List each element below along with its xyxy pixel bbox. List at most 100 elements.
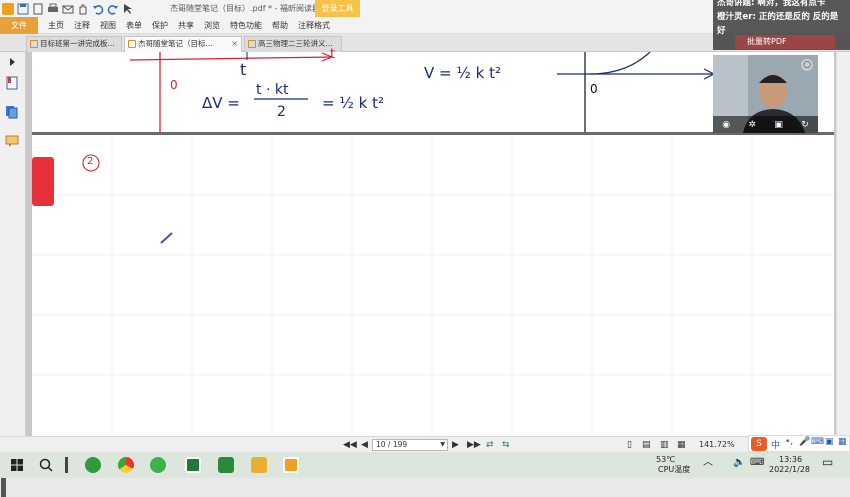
cpu-temp-label: CPU温度 (658, 465, 691, 474)
menu-features[interactable]: 特色功能 (230, 20, 262, 31)
keyboard-icon[interactable]: ⌨ (811, 437, 824, 447)
magic-icon[interactable]: ✲ (748, 120, 756, 130)
expand-arrow-icon[interactable] (5, 55, 19, 69)
select-tool-icon[interactable] (122, 3, 134, 15)
next-view-icon[interactable]: ⇆ (502, 440, 510, 450)
spreadsheet-app-icon[interactable] (218, 457, 234, 473)
redo-icon[interactable] (107, 3, 119, 15)
email-icon[interactable] (62, 3, 74, 15)
pages-thumbnail-icon[interactable] (5, 105, 19, 119)
bookmark-icon[interactable] (5, 76, 19, 90)
pdf-file-icon (248, 40, 256, 48)
zoom-level[interactable]: 141.72% (699, 440, 735, 449)
ime-mode[interactable]: 中 (771, 438, 780, 451)
continuous-page-icon[interactable]: ▤ (642, 440, 651, 450)
tab-doc-3[interactable]: 高三物理二三轮讲义... (244, 36, 342, 52)
hw-circled-number: 2 (87, 156, 94, 167)
menu-comment-format[interactable]: 注释格式 (298, 20, 330, 31)
hw-label-t: t (240, 60, 247, 79)
hw-formula-v: V = ½ k t² (424, 64, 502, 82)
microphone-icon[interactable]: 🎤 (799, 437, 810, 447)
page-navigation-bar: ◀◀ ◀ 10 / 199 ▼ ▶ ▶▶ ⇄ ⇆ ▯ ▤ ▥ ▦ 141.72% (0, 436, 850, 452)
vertical-scrollbar[interactable] (836, 52, 850, 436)
foxit-reader-icon[interactable] (283, 457, 299, 473)
hw-result: = ½ k t² (322, 94, 384, 112)
windows-start-icon[interactable] (9, 457, 25, 473)
ie-browser-icon[interactable] (85, 457, 101, 473)
menu-home[interactable]: 主页 (48, 20, 64, 31)
menu-view[interactable]: 视图 (100, 20, 116, 31)
menu-comment[interactable]: 注释 (74, 20, 90, 31)
first-page-button[interactable]: ◀◀ (343, 440, 357, 450)
left-sidebar (0, 52, 26, 497)
chrome-icon[interactable] (118, 457, 134, 473)
app-logo-icon (2, 2, 14, 15)
skin-icon[interactable]: ▣ (825, 437, 834, 447)
page-number-text: 10 / 199 (376, 440, 408, 449)
page-grid (32, 135, 834, 436)
print-icon[interactable] (47, 3, 59, 15)
sogou-logo-icon[interactable]: S (751, 437, 767, 451)
tab-doc-1[interactable]: 目标班第一讲完成板... (26, 36, 122, 52)
tab-label: 目标班第一讲完成板... (40, 39, 115, 48)
cpu-temp: 53℃ (656, 455, 676, 464)
file-explorer-icon[interactable] (251, 457, 267, 473)
last-page-button[interactable]: ▶▶ (467, 440, 481, 450)
punctuation-icon[interactable]: •, (785, 437, 793, 447)
volume-icon[interactable]: 🔈 (733, 458, 745, 468)
wechat-icon[interactable] (150, 457, 166, 473)
close-tab-icon[interactable]: × (231, 37, 238, 51)
grid-menu-icon[interactable]: ▦ (838, 437, 847, 447)
single-page-icon[interactable]: ▯ (627, 440, 632, 450)
new-doc-icon[interactable] (32, 3, 44, 15)
chat-message-3: 好 (717, 26, 726, 36)
hand-tool-icon[interactable] (77, 3, 89, 15)
close-icon[interactable]: ○ (801, 59, 813, 71)
chat-message-1: 杰哥讲题: 啊对，我这有点卡 (717, 0, 826, 8)
menu-help[interactable]: 帮助 (272, 20, 288, 31)
save-icon[interactable] (17, 3, 29, 15)
prev-view-icon[interactable]: ⇄ (486, 440, 494, 450)
menu-share[interactable]: 共享 (178, 20, 194, 31)
continuous-facing-icon[interactable]: ▦ (677, 440, 686, 450)
login-button[interactable]: 登录工具 (315, 0, 360, 17)
menu-protect[interactable]: 保护 (152, 20, 168, 31)
notification-icon[interactable]: ▭ (822, 456, 833, 468)
document-title: 杰哥随堂笔记（目标）.pdf * - 福昕阅读器 (170, 4, 321, 13)
tab-label: 杰哥随堂笔记（目标... (138, 39, 213, 48)
hw-origin-label: 0 (170, 78, 178, 92)
portrait-icon[interactable]: ▣ (774, 120, 783, 130)
page-number-input[interactable]: 10 / 199 ▼ (372, 439, 448, 451)
red-side-tab[interactable] (32, 157, 54, 206)
next-page-button[interactable]: ▶ (452, 440, 459, 450)
chat-message-2: 橙汁灵er: 正的还是反的 反的是 (717, 12, 839, 22)
pdf-reader-window: 杰哥随堂笔记（目标）.pdf * - 福昕阅读器 登录工具 文件 主页 注释 视… (0, 0, 850, 497)
clock-time: 13:36 (779, 455, 803, 464)
clock-date: 2022/1/28 (769, 465, 811, 474)
menu-file[interactable]: 文件 (0, 16, 38, 34)
pdf-file-icon (30, 40, 38, 48)
chevron-down-icon[interactable]: ▼ (440, 440, 445, 450)
search-icon[interactable] (38, 457, 54, 473)
undo-icon[interactable] (92, 3, 104, 15)
tab-label: 高三物理二三轮讲义... (258, 39, 333, 48)
menu-form[interactable]: 表单 (126, 20, 142, 31)
excel-icon[interactable] (185, 457, 201, 473)
hw-fraction-denominator: 2 (277, 104, 286, 120)
network-icon[interactable]: ⌨ (750, 458, 764, 468)
tray-chevron-up-icon[interactable]: ︿ (703, 458, 713, 468)
taskbar-divider (65, 457, 68, 473)
webcam-overlay: ○ ◉ ✲ ▣ ↻ (713, 55, 818, 133)
batch-convert-pdf-button[interactable]: 批量转PDF (735, 35, 835, 49)
camera-icon[interactable]: ◉ (722, 120, 730, 130)
refresh-icon[interactable]: ↻ (801, 120, 809, 130)
facing-page-icon[interactable]: ▥ (660, 440, 669, 450)
prev-page-button[interactable]: ◀ (361, 440, 368, 450)
menu-browse[interactable]: 浏览 (204, 20, 220, 31)
hw-label-t-axis: t (330, 47, 336, 62)
comments-icon[interactable] (5, 134, 19, 148)
hw-formula-delta-v: ΔV = (202, 94, 240, 112)
tab-doc-2[interactable]: 杰哥随堂笔记（目标... × (124, 36, 242, 52)
windows-taskbar: 53℃ CPU温度 ︿ 🔈 ⌨ 13:36 2022/1/28 ▭ (0, 452, 850, 478)
webcam-controls: ◉ ✲ ▣ ↻ (713, 116, 818, 133)
